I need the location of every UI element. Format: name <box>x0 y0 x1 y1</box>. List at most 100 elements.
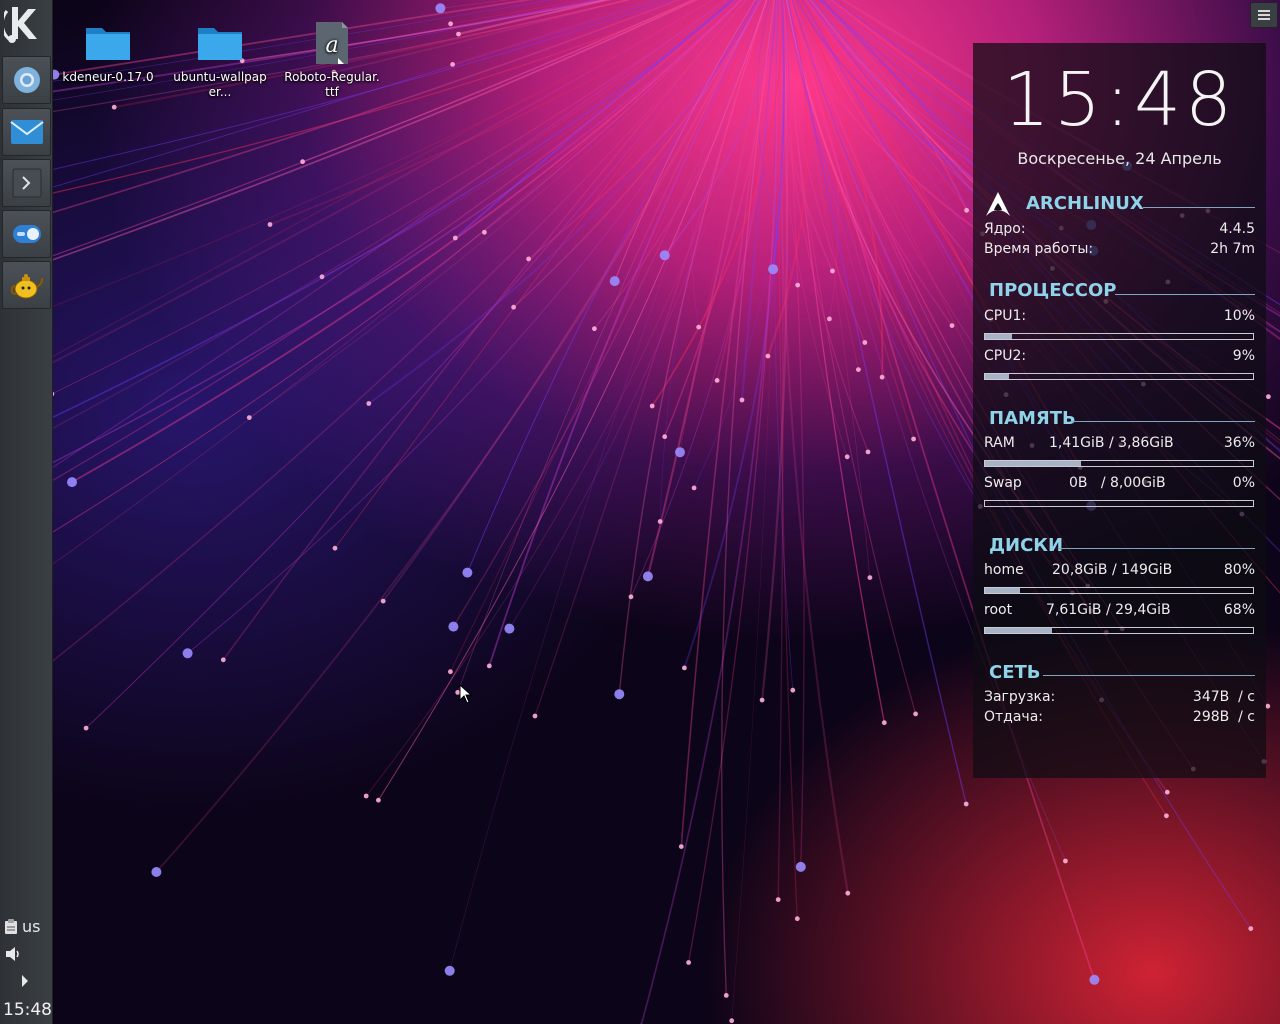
launcher-mail[interactable] <box>2 108 51 156</box>
keyboard-layout-label: us <box>22 917 41 936</box>
cpu2-row: CPU2: 9% <box>984 348 1255 366</box>
wallpaper-light-dot <box>1265 703 1271 709</box>
launcher-teapot[interactable] <box>2 261 51 309</box>
launcher-settings[interactable] <box>2 210 51 258</box>
disk-home-value: 80% <box>1223 562 1255 578</box>
wallpaper-light-dot <box>363 793 369 799</box>
wallpaper-light-dot <box>696 324 702 330</box>
wallpaper-light-dot <box>376 797 381 803</box>
ram-detail: 1,41GiB / 3,86GiB <box>1049 435 1174 451</box>
wallpaper-light-dot <box>448 669 453 675</box>
kernel-row: Ядро: 4.4.5 <box>984 221 1255 239</box>
disk-root-label: root <box>984 602 1013 618</box>
tray-expand-button[interactable] <box>20 974 30 988</box>
wallpaper-light-dot <box>1089 974 1100 985</box>
disk-root-detail: 7,61GiB / 29,4GiB <box>1046 602 1171 618</box>
kde-logo-icon <box>3 7 37 43</box>
wallpaper-light-dot <box>1164 789 1170 795</box>
section-divider <box>1115 294 1255 295</box>
wallpaper-light-dot <box>768 264 779 275</box>
ram-row: RAM 1,41GiB / 3,86GiB 36% <box>984 435 1255 453</box>
wallpaper-light-dot <box>790 687 796 693</box>
uptime-value: 2h 7m <box>1210 241 1255 257</box>
launcher-chromium[interactable] <box>2 56 51 104</box>
wallpaper-light-dot <box>662 434 668 440</box>
wallpaper-light-dot <box>759 697 765 703</box>
wallpaper-light-dot <box>845 890 851 896</box>
keyboard-layout-indicator[interactable]: us <box>4 917 40 936</box>
disk-root-usage-bar <box>984 627 1254 634</box>
teapot-icon <box>10 274 43 299</box>
uptime-label: Время работы: <box>984 241 1094 257</box>
launcher-terminal[interactable] <box>2 159 51 207</box>
wallpaper-light-dot <box>881 720 887 726</box>
wallpaper-light-dot <box>964 207 969 213</box>
wallpaper-light-dot <box>765 353 771 359</box>
wallpaper-light-dot <box>300 159 305 165</box>
desktop-icon-ubuntu-wallpaper[interactable]: ubuntu-wallpaper... <box>170 20 270 100</box>
section-divider <box>1043 675 1255 676</box>
wallpaper-light-dot <box>682 665 687 671</box>
speaker-icon <box>6 947 19 961</box>
wallpaper-light-dot <box>867 575 873 580</box>
widget-date: Воскресенье, 24 Апрель <box>1017 149 1222 168</box>
disk-home-usage-bar <box>984 587 1254 594</box>
upload-value: 298B / c <box>1192 709 1255 725</box>
wallpaper-light-dot <box>678 844 684 849</box>
wallpaper-light-dot <box>657 519 663 524</box>
download-row: Загрузка: 347B / c <box>984 689 1255 707</box>
kde-application-menu-button[interactable] <box>2 2 49 48</box>
desktop-icon-label: kdeneur-0.17.0 <box>62 70 154 84</box>
wallpaper-light-dot <box>486 663 492 669</box>
upload-row: Отдача: 298B / c <box>984 709 1255 727</box>
wallpaper-light-dot <box>526 256 531 262</box>
cpu2-usage-bar <box>984 373 1254 380</box>
download-value: 347B / c <box>1192 689 1255 705</box>
wallpaper-light-dot <box>111 104 117 110</box>
disk-home-row: home 20,8GiB / 149GiB 80% <box>984 562 1255 580</box>
wallpaper-light-dot <box>739 397 745 403</box>
wallpaper-light-dot <box>642 571 653 582</box>
left-panel: us 15:48 <box>0 0 53 1024</box>
clipboard-icon <box>5 918 17 934</box>
wallpaper-light-dot <box>83 725 89 731</box>
kernel-value: 4.4.5 <box>1219 221 1255 237</box>
desktop-icon-label: ubuntu-wallpaper... <box>173 70 267 99</box>
section-title-disks: ДИСКИ <box>989 535 1064 556</box>
wallpaper-light-dot <box>844 454 850 460</box>
volume-button[interactable] <box>4 945 22 963</box>
section-title-memory: ПАМЯТЬ <box>989 408 1076 429</box>
section-divider <box>1058 548 1255 549</box>
arrow-right-icon <box>22 975 28 987</box>
wallpaper-light-dot <box>1248 926 1254 931</box>
desktop-icon-roboto-font[interactable]: a Roboto-Regular.ttf <box>282 20 382 100</box>
wallpaper-light-dot <box>452 235 458 241</box>
desktop-icon-kdeneur[interactable]: kdeneur-0.17.0 <box>58 20 158 85</box>
wallpaper-light-dot <box>220 657 226 663</box>
swap-label: Swap <box>984 475 1022 491</box>
wallpaper-light-dot <box>675 447 685 458</box>
section-divider <box>1071 421 1255 422</box>
disk-home-label: home <box>984 562 1024 578</box>
wallpaper-light-dot <box>794 916 800 922</box>
wallpaper-light-dot <box>879 374 885 380</box>
archlinux-logo-icon <box>986 192 1010 216</box>
kernel-label: Ядро: <box>984 221 1026 237</box>
cpu1-value: 10% <box>1223 308 1255 324</box>
widget-clock: 15:48 <box>1002 57 1237 143</box>
wallpaper-light-dot <box>659 250 670 261</box>
desktop-toolbox-button[interactable] <box>1250 2 1278 28</box>
uptime-row: Время работы: 2h 7m <box>984 241 1255 259</box>
download-label: Загрузка: <box>984 689 1056 705</box>
wallpaper-light-dot <box>862 340 868 345</box>
wallpaper-light-dot <box>686 960 691 965</box>
section-title-system: ARCHLINUX <box>1026 193 1144 214</box>
wallpaper-light-dot <box>1164 813 1169 819</box>
cpu1-row: CPU1: 10% <box>984 308 1255 326</box>
panel-clock[interactable]: 15:48 <box>3 1000 52 1020</box>
wallpaper-light-dot <box>775 897 781 902</box>
ram-usage-fill <box>985 461 1082 466</box>
upload-label: Отдача: <box>984 709 1044 725</box>
wallpaper-light-dot <box>723 993 729 998</box>
svg-text:a: a <box>325 33 338 58</box>
